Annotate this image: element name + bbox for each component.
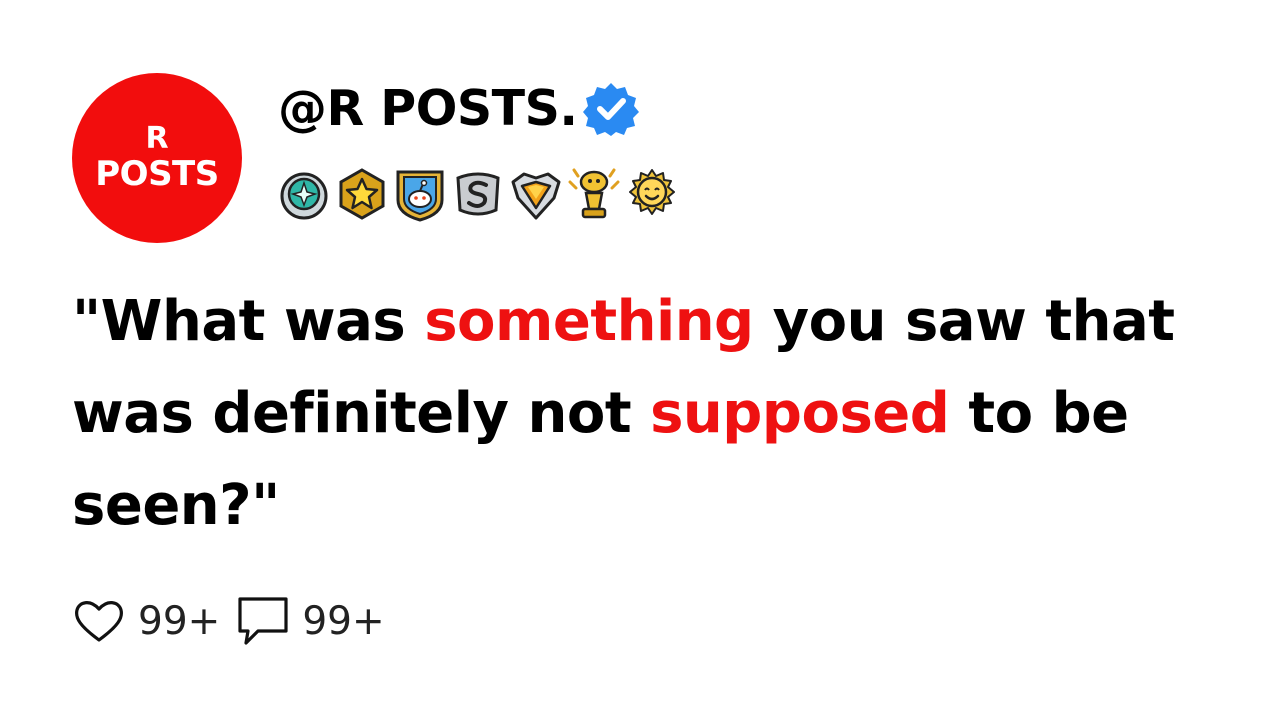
likes-count: 99+ xyxy=(138,598,221,644)
author-handle[interactable]: @R POSTS. xyxy=(278,84,578,133)
post-title: "What was something you saw that was def… xyxy=(72,276,1232,552)
verified-badge-icon xyxy=(583,83,640,136)
gem-award-icon[interactable] xyxy=(278,166,330,222)
post-stats: 99+ 99+ xyxy=(72,594,401,648)
post-title-text: "What was xyxy=(72,289,425,354)
gold-trophy-award-icon[interactable] xyxy=(568,166,620,222)
comments-count: 99+ xyxy=(302,598,385,644)
author-row: @R POSTS. xyxy=(278,78,640,138)
star-award-icon[interactable] xyxy=(336,166,388,222)
snoo-shield-award-icon[interactable] xyxy=(394,166,446,222)
post-title-highlight: something xyxy=(424,289,754,354)
heart-icon[interactable] xyxy=(72,594,126,648)
comment-icon[interactable] xyxy=(236,594,290,648)
sun-face-award-icon[interactable] xyxy=(626,166,678,222)
silver-s-award-icon[interactable] xyxy=(452,166,504,222)
post-title-highlight: supposed xyxy=(650,381,950,446)
diamond-award-icon[interactable] xyxy=(510,166,562,222)
avatar[interactable]: R POSTS xyxy=(72,73,242,243)
award-badges xyxy=(278,164,684,224)
avatar-line-1: R xyxy=(145,121,169,156)
avatar-line-2: POSTS xyxy=(95,154,219,194)
